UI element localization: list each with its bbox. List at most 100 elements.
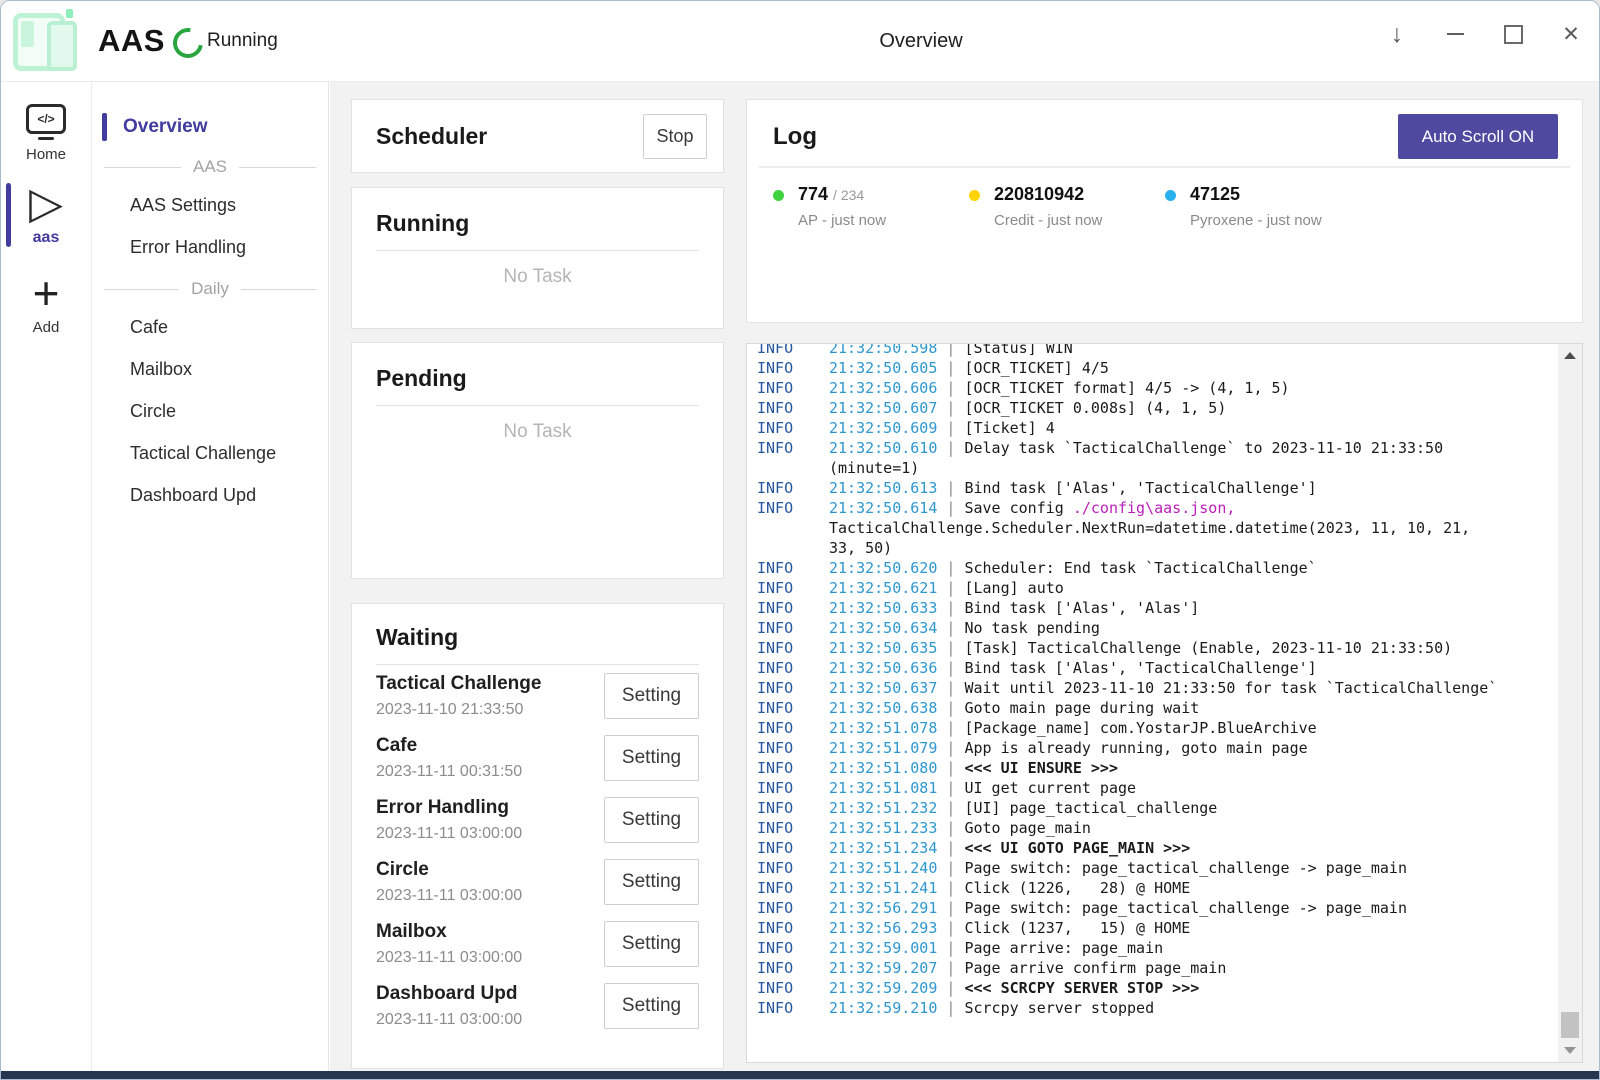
log-level: INFO [757,798,829,818]
log-separator: | [937,879,964,897]
log-message: 21:32:50.635 | [Task] TacticalChallenge … [829,638,1552,658]
log-continuation-text: TacticalChallenge.Scheduler.NextRun=date… [829,518,1552,538]
log-text: Wait until 2023-11-10 21:33:50 for task … [964,679,1497,697]
log-separator: | [937,359,964,377]
divider-line [241,289,316,290]
log-separator: | [937,859,964,877]
log-text: [Task] TacticalChallenge (Enable, 2023-1… [964,639,1452,657]
log-line: INFO21:32:51.234 | <<< UI GOTO PAGE_MAIN… [757,838,1552,858]
sidebar-item-circle[interactable]: Circle [92,390,328,432]
log-line: INFO21:32:51.078 | [Package_name] com.Yo… [757,718,1552,738]
log-level: INFO [757,358,829,378]
log-line-continuation: (minute=1) [757,458,1552,478]
setting-button[interactable]: Setting [604,921,699,967]
log-level: INFO [757,343,829,358]
waiting-task-next-run: 2023-11-11 03:00:00 [376,887,522,905]
scroll-down-button[interactable] [1558,1040,1582,1062]
waiting-task-next-run: 2023-11-11 03:00:00 [376,1011,522,1029]
log-message: 21:32:50.621 | [Lang] auto [829,578,1552,598]
sidebar-item-dashboard-upd[interactable]: Dashboard Upd [92,474,328,516]
log-text: [Lang] auto [964,579,1063,597]
log-text: Bind task ['Alas', 'Alas'] [964,599,1199,617]
logo-inner-shape [21,21,34,47]
close-icon[interactable]: ✕ [1561,22,1581,47]
running-empty-text: No Task [376,266,699,288]
log-line: INFO21:32:51.240 | Page switch: page_tac… [757,858,1552,878]
sidebar-item-tactical-challenge[interactable]: Tactical Challenge [92,432,328,474]
maximize-icon[interactable] [1503,25,1523,44]
nav-item-home[interactable]: </> Home [1,104,91,163]
log-message: 21:32:50.607 | [OCR_TICKET 0.008s] (4, 1… [829,398,1552,418]
setting-button[interactable]: Setting [604,983,699,1029]
setting-button[interactable]: Setting [604,797,699,843]
log-separator: | [937,959,964,977]
log-timestamp: 21:32:50.614 [829,499,937,517]
log-title: Log [773,123,817,151]
log-timestamp: 21:32:51.080 [829,759,937,777]
log-console: INFO21:32:50.598 | [Status] WININFO21:32… [746,343,1583,1063]
log-separator: | [937,439,964,457]
log-line: INFO21:32:51.232 | [UI] page_tactical_ch… [757,798,1552,818]
nav-item-label: Add [33,319,60,336]
waiting-card: Waiting Tactical Challenge2023-11-10 21:… [351,603,724,1069]
log-line: INFO21:32:51.233 | Goto page_main [757,818,1552,838]
log-timestamp: 21:32:50.621 [829,579,937,597]
waiting-task-name: Tactical Challenge [376,673,541,695]
sidebar-item-error-handling[interactable]: Error Handling [92,226,328,268]
log-config-path: ./config\aas.json, [1073,499,1236,517]
log-line: INFO21:32:59.001 | Page arrive: page_mai… [757,938,1552,958]
log-message: 21:32:59.207 | Page arrive confirm page_… [829,958,1552,978]
nav-item-aas[interactable]: ▷ aas [1,181,91,247]
log-separator: | [937,759,964,777]
waiting-task-info: Circle2023-11-11 03:00:00 [376,859,522,905]
play-icon: ▷ [29,181,63,227]
setting-button[interactable]: Setting [604,735,699,781]
waiting-task-next-run: 2023-11-10 21:33:50 [376,701,541,719]
titlebar: AAS Running Overview ↓ ✕ [1,1,1599,82]
sidebar-item-label: Dashboard Upd [130,485,256,506]
setting-button[interactable]: Setting [604,859,699,905]
scroll-up-button[interactable] [1558,344,1582,366]
log-timestamp: 21:32:51.240 [829,859,937,877]
log-text: [Status] WIN [964,343,1072,357]
log-line: INFO21:32:59.210 | Scrcpy server stopped [757,998,1552,1018]
log-level: INFO [757,918,829,938]
log-message: 21:32:51.240 | Page switch: page_tactica… [829,858,1552,878]
running-title: Running [376,210,699,237]
app-window: AAS Running Overview ↓ ✕ </> Home ▷ aas … [0,0,1600,1080]
sidebar-item-mailbox[interactable]: Mailbox [92,348,328,390]
sidebar-item-cafe[interactable]: Cafe [92,306,328,348]
scheduler-title: Scheduler [376,123,487,150]
minimize-icon[interactable] [1445,25,1465,43]
log-timestamp: 21:32:59.207 [829,959,937,977]
log-line: INFO21:32:51.081 | UI get current page [757,778,1552,798]
stop-button[interactable]: Stop [643,114,707,159]
log-line: INFO21:32:50.613 | Bind task ['Alas', 'T… [757,478,1552,498]
stat-dot-icon [773,190,784,201]
waiting-task-next-run: 2023-11-11 03:00:00 [376,825,522,843]
log-level: INFO [757,678,829,698]
log-message: 21:32:50.637 | Wait until 2023-11-10 21:… [829,678,1552,698]
sidebar-item-overview[interactable]: Overview [92,108,328,146]
stat-value: 47125 [1190,184,1322,205]
log-text: Bind task ['Alas', 'TacticalChallenge'] [964,659,1316,677]
app-logo-icon [13,9,79,71]
log-text: Click (1237, 15) @ HOME [964,919,1190,937]
nav-item-add[interactable]: + Add [1,265,91,336]
log-text: Page switch: page_tactical_challenge -> … [964,859,1407,877]
log-separator: | [937,479,964,497]
sidebar-item-aas-settings[interactable]: AAS Settings [92,184,328,226]
log-level: INFO [757,978,829,998]
log-text: Click (1226, 28) @ HOME [964,879,1190,897]
setting-button[interactable]: Setting [604,673,699,719]
auto-scroll-button[interactable]: Auto Scroll ON [1398,114,1558,159]
log-separator: | [937,343,964,357]
log-timestamp: 21:32:50.620 [829,559,937,577]
stat-value: 774/ 234 [798,184,886,205]
hide-to-tray-icon[interactable]: ↓ [1387,20,1407,49]
log-level: INFO [757,478,829,498]
window-bottom-edge [1,1071,1599,1079]
log-message: 21:32:51.079 | App is already running, g… [829,738,1552,758]
log-separator: | [937,719,964,737]
scrollbar-thumb[interactable] [1561,1012,1579,1038]
